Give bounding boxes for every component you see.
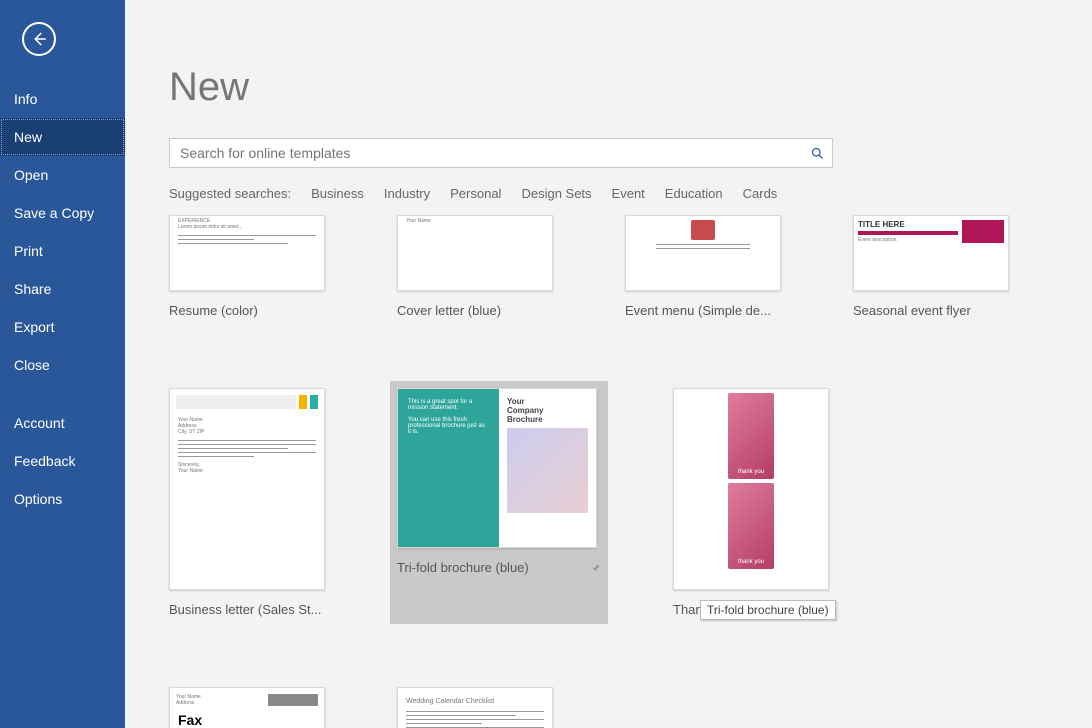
template-label: Event menu (Simple de...: [625, 303, 781, 318]
tooltip: Tri-fold brochure (blue): [700, 600, 836, 620]
search-input[interactable]: [170, 145, 802, 161]
sidebar-item-open[interactable]: Open: [0, 156, 125, 194]
template-thumb: This is a great spot for a mission state…: [397, 388, 597, 548]
template-card-event-menu[interactable]: Event menu (Simple de...: [625, 215, 781, 318]
template-card-thank-you[interactable]: thank you thank you Thank you cards: [673, 388, 829, 617]
template-card-cover-letter[interactable]: Your Name Cover letter (blue): [397, 215, 553, 318]
template-label: Resume (color): [169, 303, 325, 318]
template-card-seasonal-flyer[interactable]: TITLE HEREEvent description. Seasonal ev…: [853, 215, 1009, 318]
template-card-resume-color[interactable]: EXPERIENCELorem ipsum dolor sit amet... …: [169, 215, 325, 318]
sidebar-item-info[interactable]: Info: [0, 80, 125, 118]
template-thumb: Wedding Calendar Checklist: [397, 687, 553, 728]
suggested-label: Suggested searches:: [169, 186, 291, 201]
template-thumb: Your NameAddress Fax This is a document …: [169, 687, 325, 728]
sidebar-item-feedback[interactable]: Feedback: [0, 442, 125, 480]
template-thumb: Your Name: [397, 215, 553, 291]
template-card-wedding-checklist[interactable]: Wedding Calendar Checklist: [397, 687, 553, 728]
sidebar-item-account[interactable]: Account: [0, 404, 125, 442]
sidebar-menu: Info New Open Save a Copy Print Share Ex…: [0, 80, 125, 518]
suggest-link-industry[interactable]: Industry: [384, 186, 430, 201]
template-card-business-letter[interactable]: Your NameAddressCity, ST ZIP Sincerely,Y…: [169, 388, 325, 617]
suggest-link-design-sets[interactable]: Design Sets: [521, 186, 591, 201]
back-button[interactable]: [22, 22, 56, 56]
template-label: Business letter (Sales St...: [169, 602, 325, 617]
template-thumb: Your NameAddressCity, ST ZIP Sincerely,Y…: [169, 388, 325, 590]
suggest-link-education[interactable]: Education: [665, 186, 723, 201]
backstage-sidebar: Info New Open Save a Copy Print Share Ex…: [0, 0, 125, 728]
template-card-fax-cover[interactable]: Your NameAddress Fax This is a document …: [169, 687, 325, 728]
template-label: Cover letter (blue): [397, 303, 553, 318]
template-thumb: EXPERIENCELorem ipsum dolor sit amet...: [169, 215, 325, 291]
sidebar-item-close[interactable]: Close: [0, 346, 125, 384]
suggest-link-cards[interactable]: Cards: [743, 186, 778, 201]
search-button[interactable]: [802, 139, 832, 167]
template-card-trifold-brochure[interactable]: This is a great spot for a mission state…: [390, 381, 608, 624]
suggest-link-personal[interactable]: Personal: [450, 186, 501, 201]
arrow-left-icon: [30, 30, 48, 48]
page-title: New: [169, 65, 1048, 110]
template-thumb: [625, 215, 781, 291]
sidebar-item-new[interactable]: New: [0, 118, 125, 156]
template-label: Tri-fold brochure (blue): [397, 560, 601, 575]
template-search: [169, 138, 833, 168]
sidebar-item-print[interactable]: Print: [0, 232, 125, 270]
template-label: Seasonal event flyer: [853, 303, 1009, 318]
template-thumb: thank you thank you: [673, 388, 829, 590]
search-icon: [810, 146, 825, 161]
sidebar-item-options[interactable]: Options: [0, 480, 125, 518]
sidebar-item-share[interactable]: Share: [0, 270, 125, 308]
template-grid: EXPERIENCELorem ipsum dolor sit amet... …: [169, 215, 1048, 728]
template-thumb: TITLE HEREEvent description.: [853, 215, 1009, 291]
sidebar-item-save-copy[interactable]: Save a Copy: [0, 194, 125, 232]
main-pane: New Suggested searches: Business Industr…: [125, 0, 1092, 728]
suggested-searches: Suggested searches: Business Industry Pe…: [169, 186, 1048, 201]
sidebar-item-export[interactable]: Export: [0, 308, 125, 346]
suggest-link-event[interactable]: Event: [612, 186, 645, 201]
suggest-link-business[interactable]: Business: [311, 186, 364, 201]
pin-icon[interactable]: [589, 562, 601, 574]
